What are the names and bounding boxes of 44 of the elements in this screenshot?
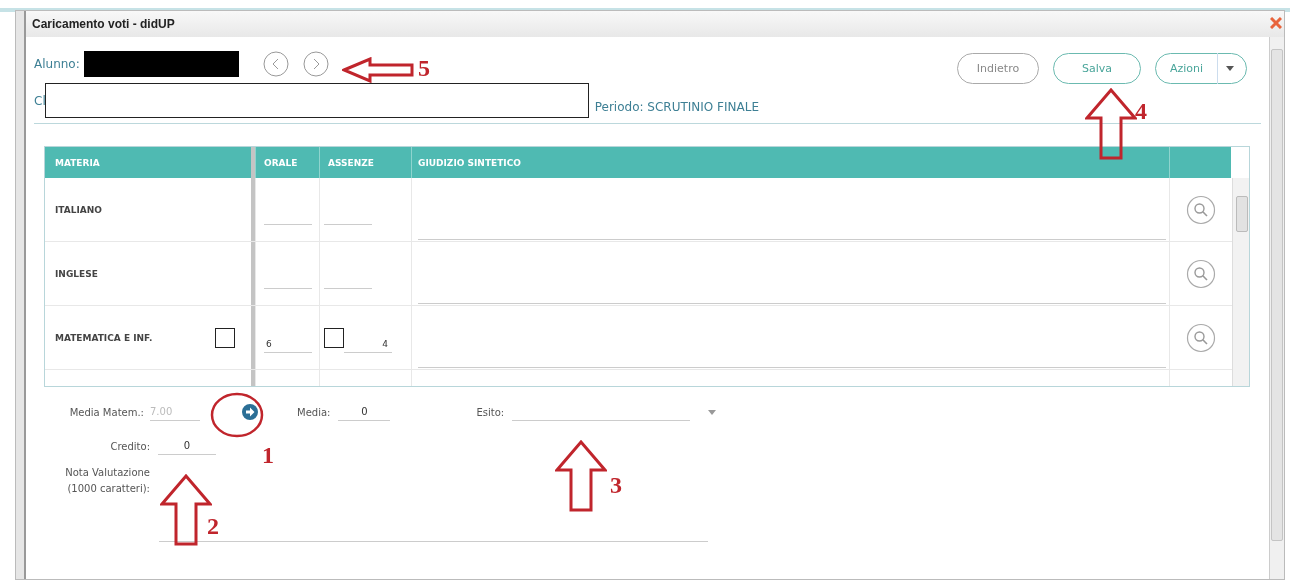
search-icon[interactable] xyxy=(1186,258,1216,289)
annotation-number: 4 xyxy=(1135,98,1147,125)
class-label: Cl xyxy=(34,93,46,108)
search-icon[interactable] xyxy=(1186,194,1216,225)
annotation-arrow xyxy=(555,440,607,512)
media-matem-label: Media Matem.: xyxy=(68,406,144,418)
search-icon[interactable] xyxy=(1186,322,1216,353)
checkbox[interactable] xyxy=(324,327,344,348)
media-field: 0 xyxy=(338,403,391,421)
absences-field[interactable]: 4 xyxy=(344,336,392,353)
caret-icon xyxy=(1226,66,1235,71)
previous-button[interactable] xyxy=(262,51,289,77)
caret-icon xyxy=(708,409,717,415)
checkbox[interactable] xyxy=(215,327,235,348)
annotation-number: 2 xyxy=(207,513,219,540)
credito-field[interactable]: 0 xyxy=(158,437,216,455)
column-header: GIUDIZIO SINTETICO xyxy=(411,147,1169,178)
student-label: Alunno: xyxy=(34,57,80,71)
back-button[interactable]: Indietro xyxy=(957,53,1039,84)
annotation-arrow xyxy=(342,57,414,83)
annotation-number: 1 xyxy=(262,442,274,469)
column-header: MATERIA xyxy=(54,156,101,170)
period-label: Periodo: SCRUTINIO FINALE xyxy=(594,100,759,114)
subject-label: ITALIANO xyxy=(55,204,102,215)
media-matem-field: 7.00 xyxy=(150,403,200,421)
close-icon[interactable] xyxy=(1270,17,1282,29)
scrollbar[interactable] xyxy=(1269,37,1284,579)
media-label: Media: xyxy=(297,406,331,418)
window-title: Caricamento voti - didUP xyxy=(32,17,175,31)
credito-label: Credito: xyxy=(109,440,150,452)
grade-field[interactable]: 6 xyxy=(264,336,312,353)
next-button[interactable] xyxy=(302,51,329,77)
annotation-arrow xyxy=(1085,88,1137,160)
column-header: ORALE xyxy=(255,147,319,178)
esito-label: Esito: xyxy=(476,406,505,418)
annotation-number: 3 xyxy=(610,472,622,499)
nota-label: Nota Valutazione (1000 caratteri): xyxy=(64,466,150,496)
subject-label: INGLESE xyxy=(55,268,98,279)
subject-label: MATEMATICA E INF. xyxy=(55,332,153,343)
column-header: ASSENZE xyxy=(319,147,411,178)
scrollbar[interactable] xyxy=(1232,178,1249,386)
annotation-circle xyxy=(210,392,264,438)
arrow-right-circle-icon[interactable] xyxy=(241,403,259,421)
annotation-number: 5 xyxy=(418,55,430,82)
